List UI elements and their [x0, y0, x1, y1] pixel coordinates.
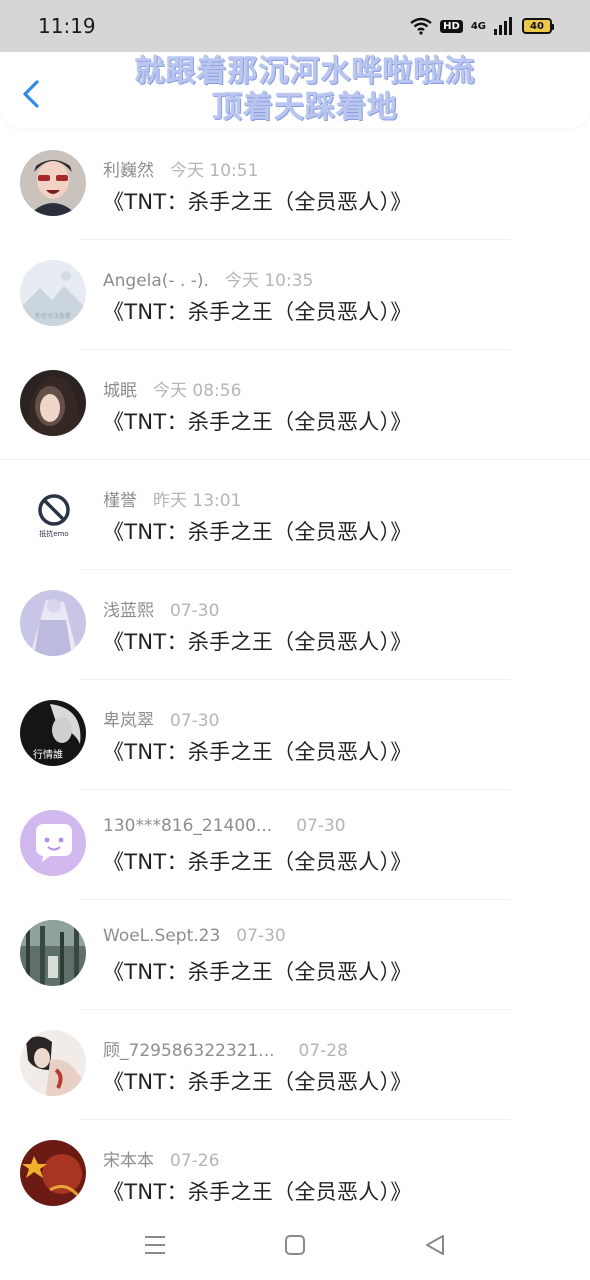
avatar — [20, 150, 86, 216]
nav-back-button[interactable] — [420, 1230, 450, 1260]
battery-level: 40 — [530, 20, 544, 32]
message-time: 今天 08:56 — [153, 381, 242, 401]
message-meta: 浅蓝熙 07-30 — [103, 596, 219, 621]
status-time: 11:19 — [38, 14, 96, 38]
list-item[interactable]: 行情誰 卑岚翠 07-30 《TNT：杀手之王（全员恶人）》 — [0, 680, 590, 790]
message-text: 《TNT：杀手之王（全员恶人）》 — [103, 1180, 412, 1204]
back-triangle-icon — [426, 1235, 444, 1255]
message-text: 《TNT：杀手之王（全员恶人）》 — [103, 520, 412, 544]
message-time: 07-30 — [170, 601, 220, 621]
status-icons: HD 4G 40 — [410, 14, 554, 38]
avatar: 你还无法查看 — [20, 260, 86, 326]
message-meta: 槿誉 昨天 13:01 — [103, 486, 241, 511]
sender-name: 浅蓝熙 — [103, 601, 154, 621]
avatar-caption: 行情誰 — [33, 748, 63, 761]
status-bar: 11:19 HD 4G 40 — [0, 0, 590, 52]
message-time: 07-30 — [296, 816, 346, 836]
message-meta: Angela(- . -). 今天 10:35 — [103, 266, 313, 291]
message-text: 《TNT：杀手之王（全员恶人）》 — [103, 190, 412, 214]
list-item[interactable]: 利巍然 今天 10:51 《TNT：杀手之王（全员恶人）》 — [0, 130, 590, 240]
avatar-caption: 抵抗emo — [39, 529, 68, 538]
list-item[interactable]: 城眠 今天 08:56 《TNT：杀手之王（全员恶人）》 — [0, 350, 590, 460]
message-time: 07-28 — [298, 1041, 348, 1061]
message-time: 今天 10:51 — [170, 161, 259, 181]
avatar — [20, 810, 86, 876]
message-meta: 130***816_21400... 07-30 — [103, 816, 346, 836]
sender-name: 130***816_21400... — [103, 816, 273, 836]
menu-button[interactable] — [140, 1230, 170, 1260]
sender-name: 利巍然 — [103, 161, 154, 181]
list-item[interactable]: 顾_729586322321... 07-28 《TNT：杀手之王（全员恶人）》 — [0, 1010, 590, 1120]
avatar: 行情誰 — [20, 700, 86, 766]
message-meta: 顾_729586322321... 07-28 — [103, 1036, 348, 1061]
list-item[interactable]: 你还无法查看 Angela(- . -). 今天 10:35 《TNT：杀手之王（… — [0, 240, 590, 350]
message-text: 《TNT：杀手之王（全员恶人）》 — [103, 410, 412, 434]
system-nav-bar — [0, 1214, 590, 1280]
page-title: 就跟着那沉河水哗啦啦流 顶着天踩着地 — [70, 54, 540, 126]
message-text: 《TNT：杀手之王（全员恶人）》 — [103, 850, 412, 874]
sender-name: 宋本本 — [103, 1151, 154, 1171]
avatar: 抵抗emo — [20, 480, 86, 546]
message-time: 07-30 — [236, 926, 286, 946]
hd-icon: HD — [440, 19, 463, 33]
message-time: 07-30 — [170, 711, 220, 731]
message-list: 利巍然 今天 10:51 《TNT：杀手之王（全员恶人）》 你还无法查看 Ange… — [0, 130, 590, 1230]
home-square-icon — [285, 1235, 305, 1255]
chevron-left-icon — [23, 80, 39, 108]
sender-name: Angela(- . -). — [103, 271, 209, 291]
home-button[interactable] — [280, 1230, 310, 1260]
battery-icon: 40 — [522, 18, 554, 34]
network-type: 4G — [470, 20, 486, 32]
title-line-1: 就跟着那沉河水哗啦啦流 — [134, 54, 476, 89]
menu-icon — [145, 1236, 165, 1254]
message-time: 07-26 — [170, 1151, 220, 1171]
back-button[interactable] — [16, 76, 48, 112]
avatar-caption: 你还无法查看 — [35, 312, 71, 320]
title-line-2: 顶着天踩着地 — [212, 90, 398, 125]
avatar — [20, 1030, 86, 1096]
sender-name: 卑岚翠 — [103, 711, 154, 731]
sender-name: 槿誉 — [103, 491, 137, 511]
message-time: 昨天 13:01 — [153, 491, 242, 511]
message-text: 《TNT：杀手之王（全员恶人）》 — [103, 1070, 412, 1094]
sender-name: 城眠 — [103, 381, 137, 401]
header: 就跟着那沉河水哗啦啦流 顶着天踩着地 — [0, 52, 590, 128]
signal-icon — [494, 17, 512, 35]
wifi-icon — [410, 17, 432, 35]
list-item[interactable]: 130***816_21400... 07-30 《TNT：杀手之王（全员恶人）》 — [0, 790, 590, 900]
avatar — [20, 370, 86, 436]
message-meta: 利巍然 今天 10:51 — [103, 156, 258, 181]
sender-name: WoeL.Sept.23 — [103, 926, 221, 946]
message-text: 《TNT：杀手之王（全员恶人）》 — [103, 300, 412, 324]
message-meta: 城眠 今天 08:56 — [103, 376, 241, 401]
message-text: 《TNT：杀手之王（全员恶人）》 — [103, 740, 412, 764]
list-item[interactable]: 抵抗emo 槿誉 昨天 13:01 《TNT：杀手之王（全员恶人）》 — [0, 460, 590, 570]
message-time: 今天 10:35 — [224, 271, 314, 291]
message-meta: 宋本本 07-26 — [103, 1146, 219, 1171]
message-text: 《TNT：杀手之王（全员恶人）》 — [103, 960, 412, 984]
sender-name: 顾_729586322321... — [103, 1041, 275, 1061]
avatar — [20, 1140, 86, 1206]
list-item[interactable]: 浅蓝熙 07-30 《TNT：杀手之王（全员恶人）》 — [0, 570, 590, 680]
avatar — [20, 920, 86, 986]
avatar — [20, 590, 86, 656]
message-meta: WoeL.Sept.23 07-30 — [103, 926, 286, 946]
list-item[interactable]: WoeL.Sept.23 07-30 《TNT：杀手之王（全员恶人）》 — [0, 900, 590, 1010]
message-meta: 卑岚翠 07-30 — [103, 706, 219, 731]
message-text: 《TNT：杀手之王（全员恶人）》 — [103, 630, 412, 654]
